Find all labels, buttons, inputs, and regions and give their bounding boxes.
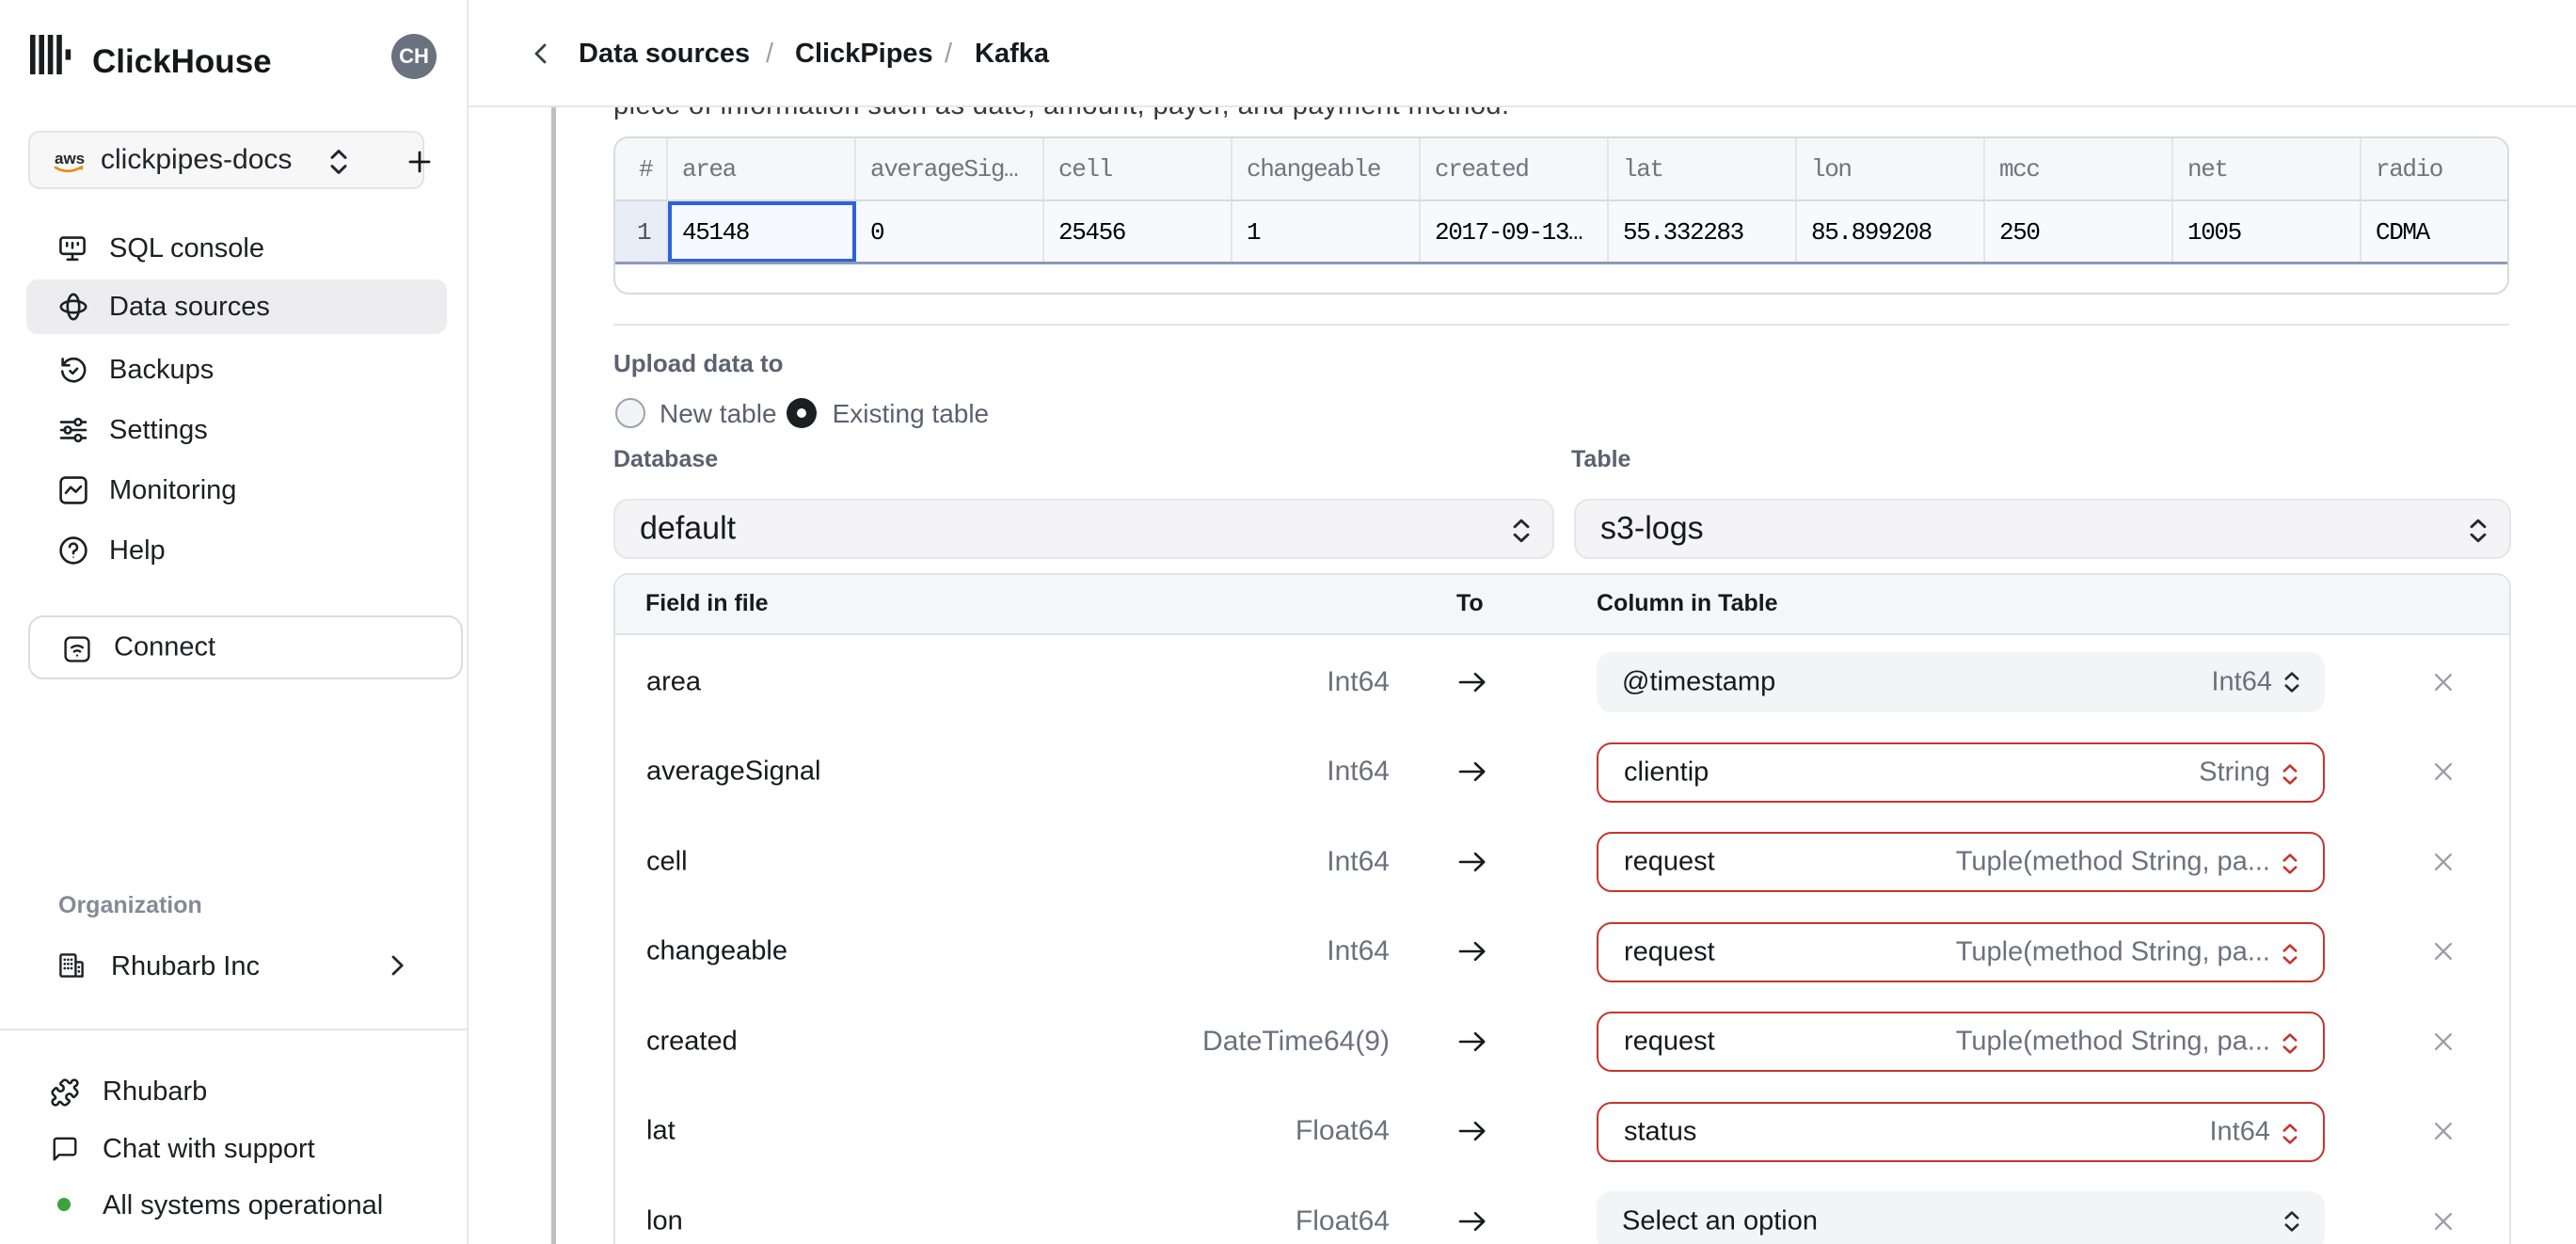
svg-text:aws: aws [55,150,85,167]
